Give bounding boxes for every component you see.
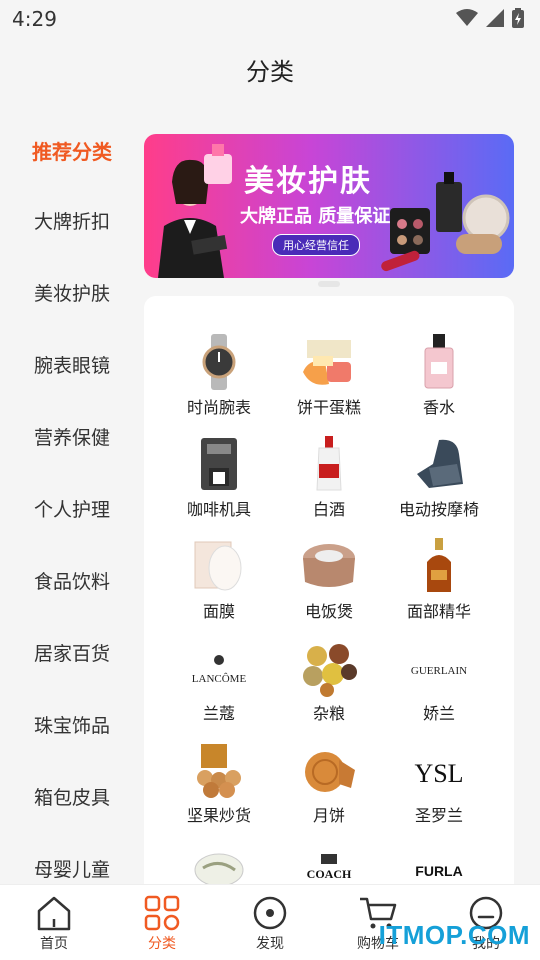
category-label: 时尚腕表 bbox=[186, 398, 251, 417]
watch-icon bbox=[202, 334, 236, 390]
category-label: 杂粮 bbox=[312, 704, 345, 723]
cake-icon bbox=[303, 340, 351, 385]
banner-indicator bbox=[318, 281, 340, 287]
category-item-perfume[interactable]: 香水 bbox=[384, 332, 494, 418]
liquor-bottle-icon bbox=[316, 436, 342, 491]
title-bar: 分类 bbox=[0, 36, 540, 102]
category-label: 娇兰 bbox=[422, 704, 455, 723]
watermark: ITMOP.COM bbox=[378, 920, 530, 950]
nuts-icon bbox=[197, 744, 241, 798]
category-item-nuts[interactable]: 坚果炒货 bbox=[164, 740, 274, 826]
category-item-massage-chair[interactable]: 电动按摩椅 bbox=[384, 434, 494, 520]
sidebar-item-jewelry[interactable]: 珠宝饰品 bbox=[0, 706, 144, 746]
status-bar: 4:29 bbox=[0, 0, 540, 36]
category-item-grains[interactable]: 杂粮 bbox=[274, 638, 384, 724]
status-icons bbox=[456, 8, 524, 28]
grains-icon bbox=[303, 644, 357, 697]
category-item-serum[interactable]: 面部精华 bbox=[384, 536, 494, 622]
sidebar-item-personal-care[interactable]: 个人护理 bbox=[0, 490, 144, 530]
ysl-logo-text: YSL bbox=[414, 759, 463, 788]
category-label: 白酒 bbox=[312, 500, 345, 519]
sidebar-item-nutrition[interactable]: 营养保健 bbox=[0, 418, 144, 458]
lancome-logo: LANCÔME bbox=[192, 655, 247, 685]
page-title: 分类 bbox=[246, 58, 294, 86]
perfume-icon bbox=[424, 334, 454, 389]
category-item-rice-cooker[interactable]: 电饭煲 bbox=[274, 536, 384, 622]
coffee-machine-icon bbox=[201, 438, 237, 490]
sidebar-item-food-drink[interactable]: 食品饮料 bbox=[0, 562, 144, 602]
category-label: 香水 bbox=[422, 398, 455, 417]
sidebar-item-brand-discount[interactable]: 大牌折扣 bbox=[0, 202, 144, 242]
category-item-mooncake[interactable]: 月饼 bbox=[274, 740, 384, 826]
category-label: 面部精华 bbox=[406, 602, 471, 621]
massage-chair-icon bbox=[417, 439, 463, 488]
category-label: 圣罗兰 bbox=[414, 806, 463, 825]
category-grid: 时尚腕表 饼干蛋糕 香水 咖啡机具 白酒 电动按摩椅 面膜 电饭煲 面部精华 L… bbox=[144, 296, 514, 896]
category-label: 兰蔻 bbox=[202, 704, 235, 723]
category-label: 电动按摩椅 bbox=[398, 500, 479, 519]
guerlain-logo: GUERLAIN bbox=[411, 665, 467, 677]
banner-title: 美妆护肤 bbox=[244, 164, 372, 199]
category-item-lancome[interactable]: LANCÔME 兰蔻 bbox=[164, 638, 274, 724]
nav-label: 首页 bbox=[40, 936, 68, 952]
nav-discover[interactable]: 发现 bbox=[225, 893, 315, 953]
category-item-watch[interactable]: 时尚腕表 bbox=[164, 332, 274, 418]
lancome-logo-text: LANCÔME bbox=[192, 673, 247, 685]
nav-label: 发现 bbox=[256, 936, 284, 952]
discover-icon bbox=[253, 896, 287, 930]
banner-subtitle: 大牌正品 质量保证 bbox=[240, 206, 391, 227]
sidebar-item-recommended[interactable]: 推荐分类 bbox=[0, 132, 144, 172]
cosmetics-icon bbox=[381, 172, 510, 272]
category-label: 饼干蛋糕 bbox=[296, 398, 361, 417]
category-label: 坚果炒货 bbox=[186, 806, 251, 825]
category-item-cake[interactable]: 饼干蛋糕 bbox=[274, 332, 384, 418]
category-label: 咖啡机具 bbox=[186, 500, 251, 519]
sidebar-item-beauty[interactable]: 美妆护肤 bbox=[0, 274, 144, 314]
category-item-liquor[interactable]: 白酒 bbox=[274, 434, 384, 520]
serum-bottle-icon bbox=[427, 538, 451, 592]
perfume-sticker-icon bbox=[204, 144, 232, 184]
promo-banner[interactable]: 美妆护肤 大牌正品 质量保证 用心经营信任 bbox=[144, 134, 514, 278]
mooncake-icon bbox=[305, 752, 355, 792]
sidebar-item-home[interactable]: 居家百货 bbox=[0, 634, 144, 674]
category-item-guerlain[interactable]: GUERLAIN 娇兰 bbox=[384, 638, 494, 724]
guerlain-logo-text: GUERLAIN bbox=[411, 665, 467, 677]
nav-category[interactable]: 分类 bbox=[117, 893, 207, 953]
banner-pill: 用心经营信任 bbox=[272, 234, 360, 256]
sidebar-item-bags[interactable]: 箱包皮具 bbox=[0, 778, 144, 818]
category-label: 月饼 bbox=[312, 806, 345, 825]
rice-cooker-icon bbox=[303, 544, 355, 587]
furla-logo-text: FURLA bbox=[415, 863, 462, 879]
wifi-icon bbox=[456, 9, 478, 26]
category-item-coffee-machine[interactable]: 咖啡机具 bbox=[164, 434, 274, 520]
signal-icon bbox=[486, 9, 504, 27]
category-sidebar: 推荐分类 大牌折扣 美妆护肤 腕表眼镜 营养保健 个人护理 食品饮料 居家百货 … bbox=[0, 116, 144, 884]
category-item-ysl[interactable]: YSL 圣罗兰 bbox=[384, 740, 494, 826]
category-label: 电饭煲 bbox=[304, 602, 353, 621]
category-item-face-mask[interactable]: 面膜 bbox=[164, 536, 274, 622]
home-icon bbox=[37, 896, 71, 931]
status-time: 4:29 bbox=[12, 7, 57, 31]
coach-logo-text: COACH bbox=[307, 867, 352, 881]
battery-icon bbox=[512, 8, 524, 28]
sidebar-item-watches-glasses[interactable]: 腕表眼镜 bbox=[0, 346, 144, 386]
ysl-logo: YSL bbox=[414, 759, 463, 788]
category-grid-icon bbox=[144, 895, 180, 931]
nav-label: 分类 bbox=[148, 936, 176, 952]
category-label: 面膜 bbox=[202, 602, 235, 621]
nav-home[interactable]: 首页 bbox=[9, 893, 99, 953]
face-mask-icon bbox=[194, 541, 242, 591]
